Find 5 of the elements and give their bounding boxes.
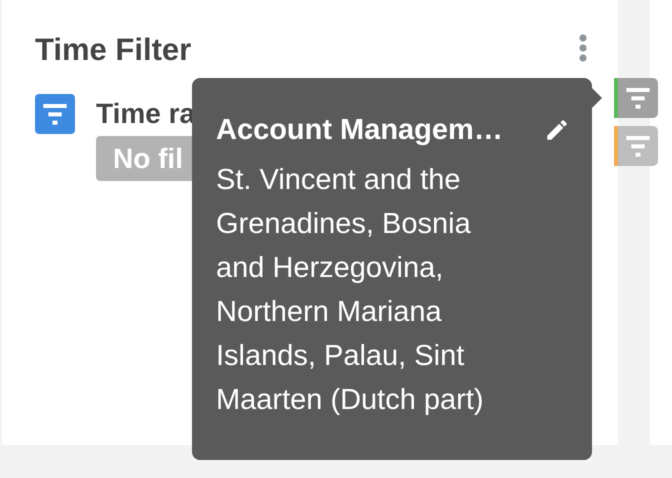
panel-title: Time Filter	[35, 31, 192, 69]
filter-icon	[35, 94, 75, 134]
filter-button[interactable]	[614, 126, 658, 166]
filter-button[interactable]	[614, 78, 658, 118]
more-options-icon[interactable]	[578, 34, 588, 62]
